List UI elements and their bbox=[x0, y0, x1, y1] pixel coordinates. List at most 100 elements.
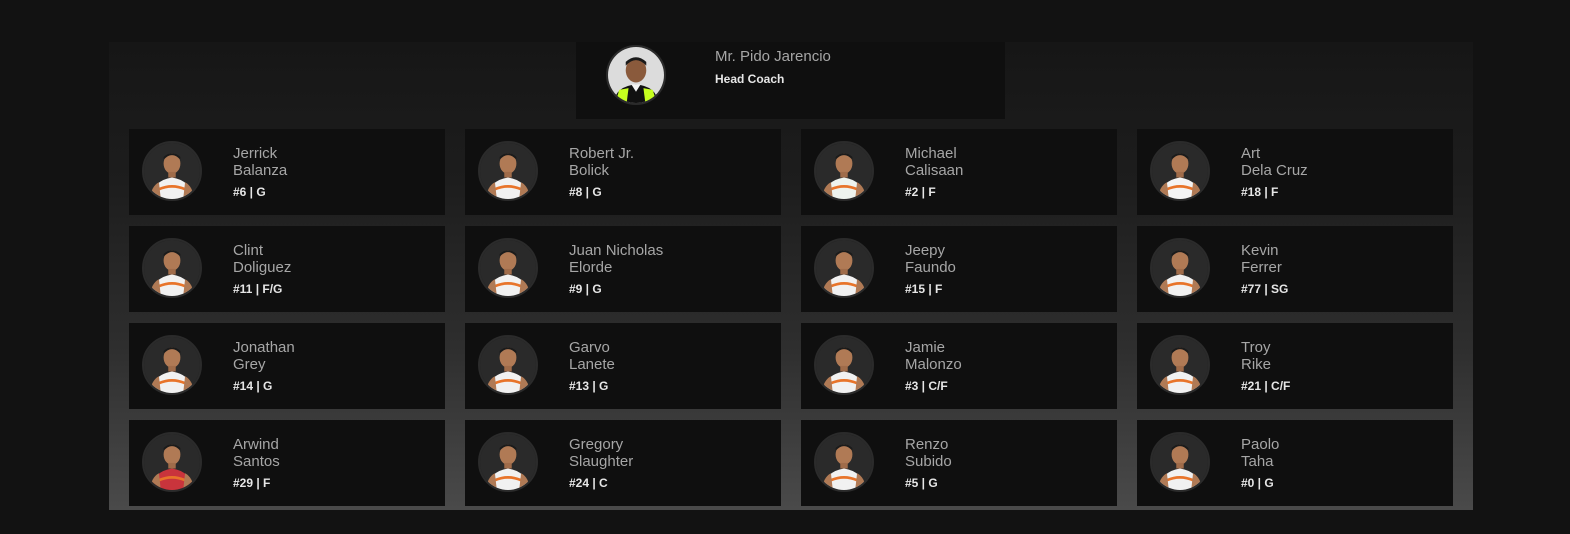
player-last-name: Doliguez bbox=[233, 259, 292, 276]
player-number-position: #13 | G bbox=[569, 379, 609, 393]
player-card[interactable]: Jerrick Balanza #6 | G bbox=[129, 129, 445, 215]
player-avatar bbox=[1150, 432, 1210, 492]
player-photo bbox=[144, 240, 200, 296]
player-avatar bbox=[814, 335, 874, 395]
player-card[interactable]: Garvo Lanete #13 | G bbox=[465, 323, 781, 409]
player-last-name: Grey bbox=[233, 356, 266, 373]
player-photo bbox=[1152, 143, 1208, 199]
player-avatar bbox=[142, 141, 202, 201]
player-photo bbox=[1152, 434, 1208, 490]
player-card[interactable]: Robert Jr. Bolick #8 | G bbox=[465, 129, 781, 215]
player-avatar bbox=[814, 432, 874, 492]
player-card[interactable]: Art Dela Cruz #18 | F bbox=[1137, 129, 1453, 215]
player-first-name: Renzo bbox=[905, 436, 949, 453]
player-photo bbox=[816, 434, 872, 490]
player-grid: Jerrick Balanza #6 | G Robert Jr. Bolick #8 |… bbox=[129, 129, 1453, 506]
player-photo bbox=[144, 434, 200, 490]
player-photo bbox=[816, 337, 872, 393]
team-roster: Mr. Pido Jarencio Head Coach Jerrick Bala… bbox=[109, 42, 1473, 510]
player-avatar bbox=[478, 238, 538, 298]
player-last-name: Bolick bbox=[569, 162, 610, 179]
player-last-name: Elorde bbox=[569, 259, 613, 276]
player-photo bbox=[480, 143, 536, 199]
player-first-name: Jerrick bbox=[233, 145, 278, 162]
player-card[interactable]: Jonathan Grey #14 | G bbox=[129, 323, 445, 409]
player-first-name: Paolo bbox=[1241, 436, 1280, 453]
player-number-position: #21 | C/F bbox=[1241, 379, 1291, 393]
player-avatar bbox=[814, 141, 874, 201]
player-number-position: #3 | C/F bbox=[905, 379, 948, 393]
coach-role: Head Coach bbox=[715, 72, 785, 86]
player-card[interactable]: Clint Doliguez #11 | F/G bbox=[129, 226, 445, 312]
player-number-position: #6 | G bbox=[233, 185, 266, 199]
player-last-name: Lanete bbox=[569, 356, 615, 373]
player-avatar bbox=[478, 141, 538, 201]
player-card[interactable]: Gregory Slaughter #24 | C bbox=[465, 420, 781, 506]
player-card[interactable]: Jeepy Faundo #15 | F bbox=[801, 226, 1117, 312]
player-last-name: Dela Cruz bbox=[1241, 162, 1308, 179]
player-first-name: Art bbox=[1241, 145, 1261, 162]
player-number-position: #14 | G bbox=[233, 379, 273, 393]
player-card[interactable]: Kevin Ferrer #77 | SG bbox=[1137, 226, 1453, 312]
player-card[interactable]: Jamie Malonzo #3 | C/F bbox=[801, 323, 1117, 409]
coach-photo bbox=[608, 47, 664, 103]
player-first-name: Jeepy bbox=[905, 242, 946, 259]
player-card[interactable]: Juan Nicholas Elorde #9 | G bbox=[465, 226, 781, 312]
player-number-position: #15 | F bbox=[905, 282, 943, 296]
player-first-name: Robert Jr. bbox=[569, 145, 635, 162]
player-first-name: Gregory bbox=[569, 436, 624, 453]
player-photo bbox=[816, 143, 872, 199]
player-card[interactable]: Michael Calisaan #2 | F bbox=[801, 129, 1117, 215]
coach-card[interactable]: Mr. Pido Jarencio Head Coach bbox=[576, 42, 1005, 119]
player-avatar bbox=[1150, 238, 1210, 298]
player-first-name: Clint bbox=[233, 242, 264, 259]
player-first-name: Garvo bbox=[569, 339, 610, 356]
player-last-name: Ferrer bbox=[1241, 259, 1282, 276]
player-last-name: Santos bbox=[233, 453, 280, 470]
player-photo bbox=[144, 143, 200, 199]
player-first-name: Troy bbox=[1241, 339, 1271, 356]
player-photo bbox=[816, 240, 872, 296]
player-number-position: #5 | G bbox=[905, 476, 938, 490]
player-card[interactable]: Arwind Santos #29 | F bbox=[129, 420, 445, 506]
player-avatar bbox=[1150, 335, 1210, 395]
player-photo bbox=[1152, 240, 1208, 296]
player-avatar bbox=[814, 238, 874, 298]
player-number-position: #9 | G bbox=[569, 282, 602, 296]
player-number-position: #0 | G bbox=[1241, 476, 1274, 490]
player-last-name: Balanza bbox=[233, 162, 288, 179]
player-last-name: Taha bbox=[1241, 453, 1274, 470]
player-avatar bbox=[142, 238, 202, 298]
player-avatar bbox=[142, 432, 202, 492]
player-photo bbox=[480, 337, 536, 393]
player-last-name: Rike bbox=[1241, 356, 1272, 373]
player-number-position: #18 | F bbox=[1241, 185, 1279, 199]
player-first-name: Michael bbox=[905, 145, 957, 162]
player-first-name: Jonathan bbox=[233, 339, 295, 356]
player-photo bbox=[480, 240, 536, 296]
coach-name: Mr. Pido Jarencio bbox=[715, 48, 831, 65]
player-first-name: Kevin bbox=[1241, 242, 1279, 259]
player-card[interactable]: Paolo Taha #0 | G bbox=[1137, 420, 1453, 506]
player-first-name: Arwind bbox=[233, 436, 279, 453]
player-photo bbox=[144, 337, 200, 393]
player-first-name: Juan Nicholas bbox=[569, 242, 664, 259]
player-first-name: Jamie bbox=[905, 339, 946, 356]
player-photo bbox=[1152, 337, 1208, 393]
player-avatar bbox=[478, 335, 538, 395]
player-last-name: Malonzo bbox=[905, 356, 962, 373]
player-number-position: #8 | G bbox=[569, 185, 602, 199]
player-last-name: Slaughter bbox=[569, 453, 634, 470]
player-avatar bbox=[142, 335, 202, 395]
player-card[interactable]: Troy Rike #21 | C/F bbox=[1137, 323, 1453, 409]
player-avatar bbox=[478, 432, 538, 492]
player-last-name: Calisaan bbox=[905, 162, 964, 179]
player-number-position: #29 | F bbox=[233, 476, 271, 490]
player-photo bbox=[480, 434, 536, 490]
player-card[interactable]: Renzo Subido #5 | G bbox=[801, 420, 1117, 506]
player-avatar bbox=[1150, 141, 1210, 201]
player-number-position: #2 | F bbox=[905, 185, 936, 199]
player-number-position: #77 | SG bbox=[1241, 282, 1289, 296]
player-number-position: #11 | F/G bbox=[233, 282, 283, 296]
player-number-position: #24 | C bbox=[569, 476, 608, 490]
